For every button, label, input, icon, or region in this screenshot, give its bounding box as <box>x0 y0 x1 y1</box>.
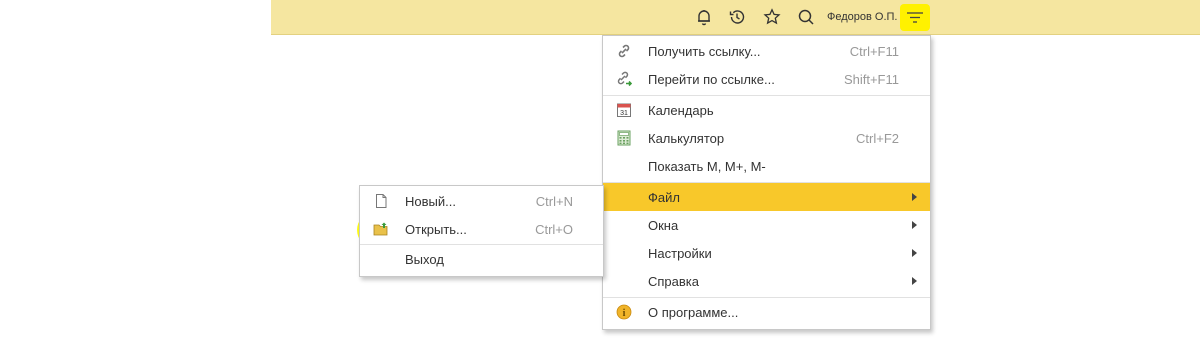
menu-item-get-link[interactable]: Получить ссылку... Ctrl+F11 <box>603 37 930 65</box>
user-name[interactable]: Федоров О.П. <box>827 11 898 23</box>
calendar-icon-day: 31 <box>620 110 628 117</box>
top-toolbar: Федоров О.П. <box>271 0 1200 35</box>
menu-item-label: Окна <box>648 218 679 233</box>
history-icon <box>729 10 745 24</box>
shortcut-label: Ctrl+F11 <box>849 44 899 59</box>
shortcut-label: Ctrl+F2 <box>856 131 899 146</box>
main-menu-button[interactable] <box>900 4 930 31</box>
main-menu: Получить ссылку... Ctrl+F11 Перейти по с… <box>602 35 931 330</box>
submenu-arrow-icon <box>912 277 917 285</box>
calculator-icon <box>616 130 632 146</box>
submenu-arrow-icon <box>912 221 917 229</box>
menu-item-label: Файл <box>648 190 680 205</box>
file-submenu: Новый... Ctrl+N Открыть... Ctrl+O Выход <box>359 185 604 277</box>
bell-icon <box>698 10 710 26</box>
search-icon <box>798 9 814 25</box>
menu-item-label: Настройки <box>648 246 712 261</box>
info-icon: i <box>616 304 632 320</box>
history-button[interactable] <box>727 7 747 27</box>
submenu-arrow-icon <box>912 193 917 201</box>
open-folder-icon <box>373 221 389 237</box>
menu-item-label: Календарь <box>648 103 714 118</box>
menu-item-show-memory[interactable]: Показать M, M+, M- <box>603 152 930 180</box>
menu-item-go-to-link[interactable]: Перейти по ссылке... Shift+F11 <box>603 65 930 93</box>
menu-item-calculator[interactable]: Калькулятор Ctrl+F2 <box>603 124 930 152</box>
menu-item-label: Справка <box>648 274 699 289</box>
submenu-item-label: Открыть... <box>405 222 467 237</box>
notifications-button[interactable] <box>694 7 714 27</box>
info-icon-glyph: i <box>623 308 626 319</box>
favorites-button[interactable] <box>762 7 782 27</box>
menu-item-settings[interactable]: Настройки <box>603 239 930 267</box>
submenu-arrow-icon <box>912 249 917 257</box>
menu-item-label: Калькулятор <box>648 131 725 146</box>
search-button[interactable] <box>796 7 816 27</box>
menu-item-label: Показать M, M+, M- <box>648 159 766 174</box>
menu-item-about[interactable]: i О программе... <box>603 298 930 326</box>
shortcut-label: Ctrl+O <box>535 222 573 237</box>
submenu-item-open[interactable]: Открыть... Ctrl+O <box>360 215 603 243</box>
menu-item-windows[interactable]: Окна <box>603 211 930 239</box>
star-icon <box>763 8 781 25</box>
go-to-link-icon <box>616 71 632 87</box>
menu-item-label: Перейти по ссылке... <box>648 72 775 87</box>
submenu-item-exit[interactable]: Выход <box>360 245 603 273</box>
menu-item-help[interactable]: Справка <box>603 267 930 295</box>
submenu-item-new[interactable]: Новый... Ctrl+N <box>360 187 603 215</box>
menu-item-label: О программе... <box>648 305 739 320</box>
link-icon <box>616 43 632 59</box>
menu-item-label: Получить ссылку... <box>648 44 761 59</box>
new-file-icon <box>373 193 389 209</box>
submenu-item-label: Новый... <box>405 194 456 209</box>
menu-item-file[interactable]: Файл <box>603 183 930 211</box>
menu-icon <box>907 11 923 23</box>
shortcut-label: Shift+F11 <box>843 72 899 87</box>
shortcut-label: Ctrl+N <box>535 194 573 209</box>
calendar-icon: 31 <box>616 102 632 118</box>
submenu-item-label: Выход <box>405 252 444 267</box>
menu-item-calendar[interactable]: 31 Календарь <box>603 96 930 124</box>
